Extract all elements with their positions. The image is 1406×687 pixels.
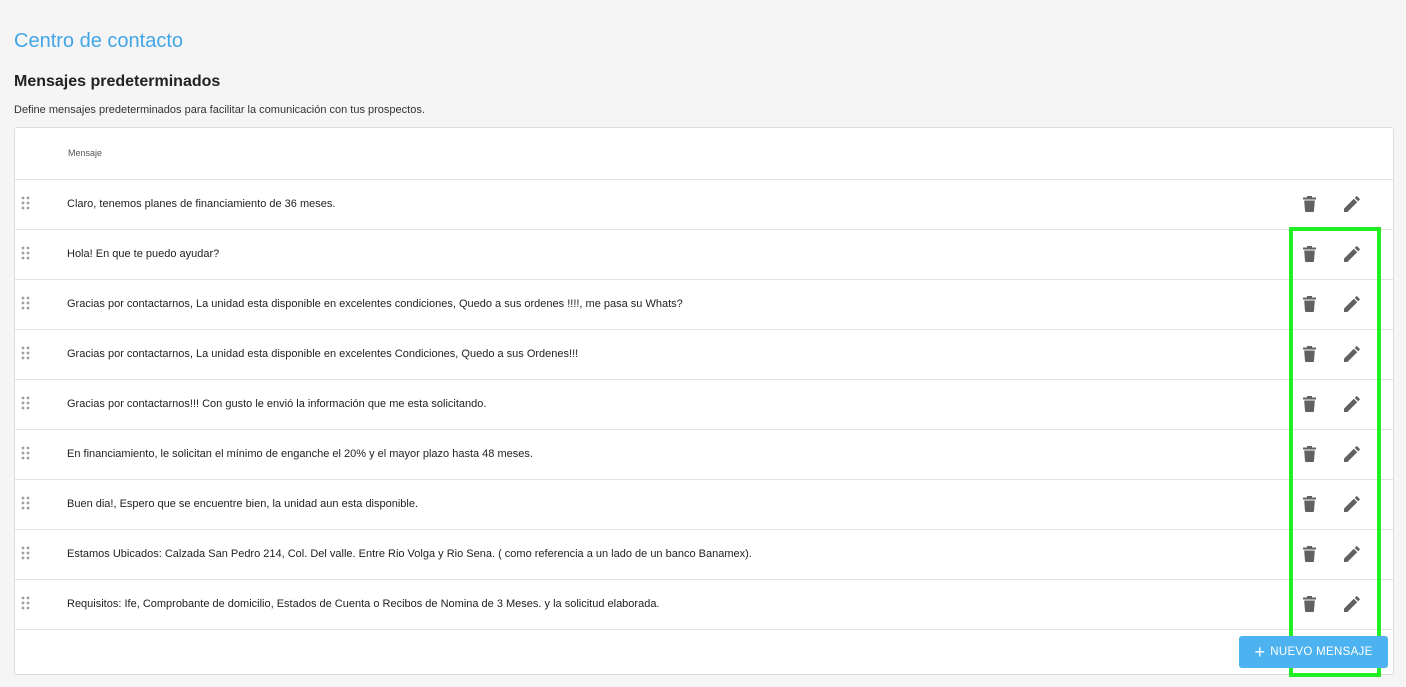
plus-icon: + <box>1254 642 1266 662</box>
message-text: En financiamiento, le solicitan el mínim… <box>67 448 533 460</box>
pencil-icon <box>1344 446 1360 462</box>
trash-icon <box>1302 496 1316 512</box>
delete-button[interactable] <box>1299 494 1319 514</box>
drag-handle-icon[interactable] <box>21 296 30 310</box>
trash-icon <box>1302 196 1316 212</box>
section-description: Define mensajes predeterminados para fac… <box>14 104 425 116</box>
trash-icon <box>1302 596 1316 612</box>
drag-handle-icon[interactable] <box>21 196 30 210</box>
drag-handle-icon[interactable] <box>21 396 30 410</box>
delete-button[interactable] <box>1299 594 1319 614</box>
delete-button[interactable] <box>1299 244 1319 264</box>
new-message-button-label: NUEVO MENSAJE <box>1270 646 1373 658</box>
page: Centro de contacto Mensajes predetermina… <box>0 0 1406 687</box>
pencil-icon <box>1344 296 1360 312</box>
edit-button[interactable] <box>1342 444 1362 464</box>
message-text: Requisitos: Ife, Comprobante de domicili… <box>67 598 660 610</box>
pencil-icon <box>1344 396 1360 412</box>
pencil-icon <box>1344 546 1360 562</box>
trash-icon <box>1302 246 1316 262</box>
drag-handle-icon[interactable] <box>21 546 30 560</box>
edit-button[interactable] <box>1342 594 1362 614</box>
pencil-icon <box>1344 596 1360 612</box>
pencil-icon <box>1344 246 1360 262</box>
messages-table-card: Mensaje Claro, tenemos planes de financi… <box>14 127 1394 677</box>
table-row-8: Estamos Ubicados: Calzada San Pedro 214,… <box>15 530 1393 580</box>
delete-button[interactable] <box>1299 294 1319 314</box>
delete-button[interactable] <box>1299 344 1319 364</box>
delete-button[interactable] <box>1299 444 1319 464</box>
table-row-9: Requisitos: Ife, Comprobante de domicili… <box>15 580 1393 630</box>
new-message-button[interactable]: + NUEVO MENSAJE <box>1239 636 1388 668</box>
message-text: Estamos Ubicados: Calzada San Pedro 214,… <box>67 548 752 560</box>
message-text: Gracias por contactarnos!!! Con gusto le… <box>67 398 487 410</box>
table-row-5: Gracias por contactarnos!!! Con gusto le… <box>15 380 1393 430</box>
edit-button[interactable] <box>1342 344 1362 364</box>
trash-icon <box>1302 296 1316 312</box>
edit-button[interactable] <box>1342 194 1362 214</box>
message-text: Buen dia!, Espero que se encuentre bien,… <box>67 498 419 510</box>
trash-icon <box>1302 546 1316 562</box>
message-text: Claro, tenemos planes de financiamiento … <box>67 198 336 210</box>
pencil-icon <box>1344 496 1360 512</box>
delete-button[interactable] <box>1299 394 1319 414</box>
edit-button[interactable] <box>1342 294 1362 314</box>
table-row-6: En financiamiento, le solicitan el mínim… <box>15 430 1393 480</box>
edit-button[interactable] <box>1342 244 1362 264</box>
drag-handle-icon[interactable] <box>21 496 30 510</box>
table-body: Claro, tenemos planes de financiamiento … <box>15 180 1393 677</box>
drag-handle-icon[interactable] <box>21 246 30 260</box>
section-title: Mensajes predeterminados <box>14 73 221 90</box>
drag-handle-icon[interactable] <box>21 596 30 610</box>
message-text: Gracias por contactarnos, La unidad esta… <box>67 348 579 360</box>
trash-icon <box>1302 446 1316 462</box>
table-row-2: Hola! En que te puedo ayudar? <box>15 230 1393 280</box>
table-row-4: Gracias por contactarnos, La unidad esta… <box>15 330 1393 380</box>
trash-icon <box>1302 396 1316 412</box>
trash-icon <box>1302 346 1316 362</box>
table-row-7: Buen dia!, Espero que se encuentre bien,… <box>15 480 1393 530</box>
delete-button[interactable] <box>1299 194 1319 214</box>
drag-handle-icon[interactable] <box>21 446 30 460</box>
message-text: Gracias por contactarnos, La unidad esta… <box>67 298 683 310</box>
pencil-icon <box>1344 346 1360 362</box>
delete-button[interactable] <box>1299 544 1319 564</box>
drag-handle-icon[interactable] <box>21 346 30 360</box>
edit-button[interactable] <box>1342 494 1362 514</box>
app-title: Centro de contacto <box>14 30 183 52</box>
table-header: Mensaje <box>15 128 1393 180</box>
table-row-3: Gracias por contactarnos, La unidad esta… <box>15 280 1393 330</box>
edit-button[interactable] <box>1342 544 1362 564</box>
pencil-icon <box>1344 196 1360 212</box>
message-text: Hola! En que te puedo ayudar? <box>67 248 220 260</box>
column-header-mensaje: Mensaje <box>68 148 103 158</box>
edit-button[interactable] <box>1342 394 1362 414</box>
table-row-1: Claro, tenemos planes de financiamiento … <box>15 180 1393 230</box>
